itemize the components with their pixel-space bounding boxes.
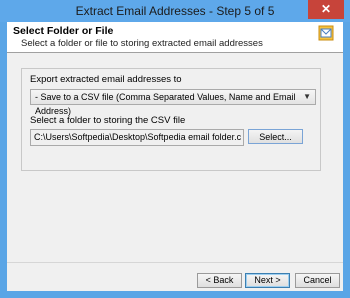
export-format-value: - Save to a CSV file (Comma Separated Va… [35,92,296,116]
export-group: Export extracted email addresses to - Sa… [21,68,321,171]
cancel-button[interactable]: Cancel [295,273,340,288]
folder-label: Select a folder to storing the CSV file [30,115,186,126]
export-group-label: Export extracted email addresses to [30,74,182,85]
close-icon: ✕ [320,2,332,16]
title-bar[interactable]: Extract Email Addresses - Step 5 of 5 ✕ [0,0,350,22]
next-button[interactable]: Next > [245,273,290,288]
export-format-select[interactable]: - Save to a CSV file (Comma Separated Va… [30,89,316,116]
close-button[interactable]: ✕ [308,0,344,19]
wizard-window: Extract Email Addresses - Step 5 of 5 ✕ … [0,0,350,298]
footer-divider [7,262,343,263]
window-title: Extract Email Addresses - Step 5 of 5 [75,4,275,18]
select-button[interactable]: Select... [248,129,303,144]
step-header: Select Folder or File Select a folder or… [7,22,343,53]
step-subtitle: Select a folder or file to storing extra… [21,38,263,49]
wizard-content: Select Folder or File Select a folder or… [7,22,343,291]
back-button[interactable]: < Back [197,273,242,288]
folder-path-input[interactable] [30,129,244,146]
step-title: Select Folder or File [13,25,114,37]
outlook-icon [318,25,334,41]
chevron-down-icon: ▼ [303,92,311,101]
